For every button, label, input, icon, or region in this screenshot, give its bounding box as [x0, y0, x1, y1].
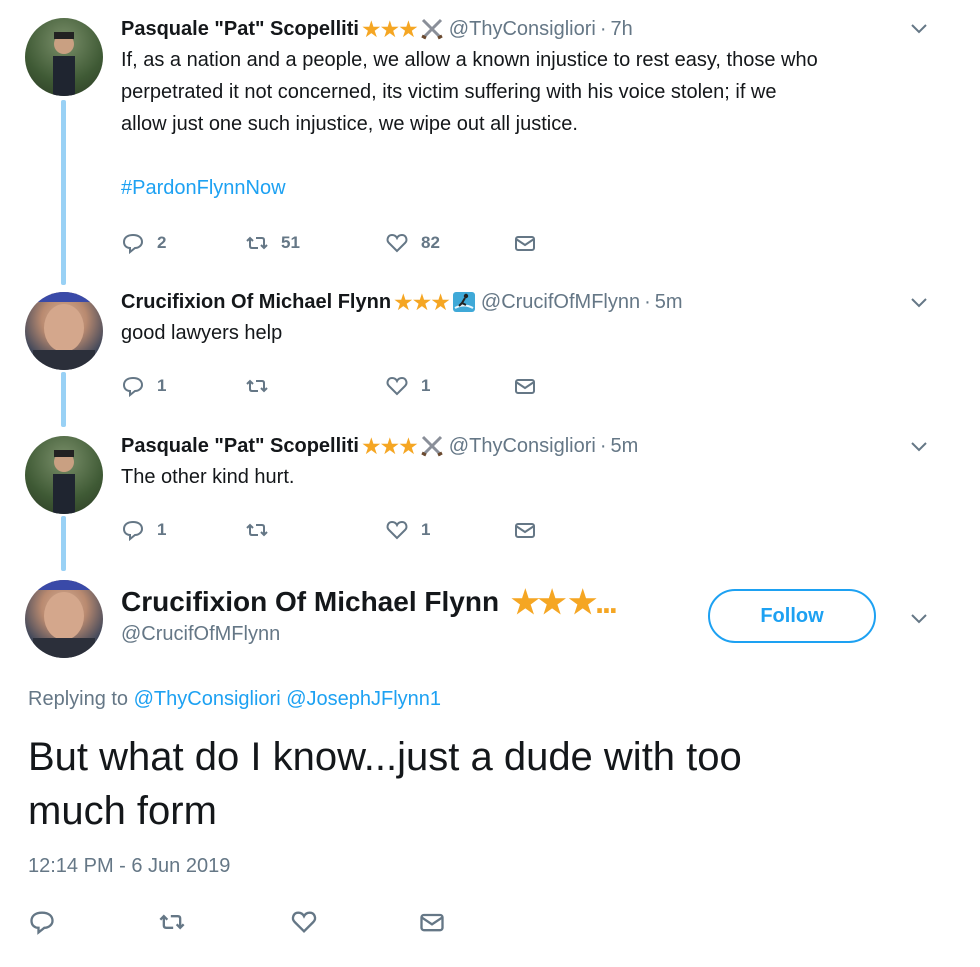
retweet-button[interactable]: 51	[245, 231, 300, 255]
separator: ·	[599, 18, 607, 40]
tweet-text: If, as a nation and a people, we allow a…	[121, 44, 950, 204]
retweet-icon	[246, 379, 268, 393]
crossed-swords-icon	[419, 18, 445, 40]
reply-count: 1	[157, 376, 167, 395]
reply-button[interactable]	[28, 908, 56, 936]
tweet-line: perpetrated it not concerned, its victim…	[121, 81, 777, 103]
heart-icon	[386, 520, 408, 540]
tweet: Pasquale "Pat" Scopelliti ★★★ @ThyConsig…	[121, 16, 950, 204]
star-emojis: ★★	[511, 584, 566, 620]
star-emojis: ★★★	[360, 16, 419, 42]
star-emojis: ★★★	[393, 289, 451, 315]
tweet-header: Crucifixion Of Michael Flynn ★★★ @Crucif…	[121, 289, 950, 315]
reply-icon	[122, 520, 144, 542]
crossed-swords-icon	[419, 435, 445, 457]
tweet-line: allow just one such injustice, we wipe o…	[121, 113, 578, 135]
avatar[interactable]	[25, 18, 103, 96]
retweet-icon	[246, 236, 268, 250]
star-emojis-truncated: ★...	[568, 584, 617, 620]
direct-message-button[interactable]	[513, 374, 537, 398]
separator: ·	[599, 435, 607, 457]
thread-line	[61, 100, 66, 285]
envelope-icon	[420, 913, 444, 932]
tweet-line: much form	[28, 789, 217, 833]
tweet-header: Pasquale "Pat" Scopelliti ★★★ @ThyConsig…	[121, 433, 950, 459]
main-tweet-actions	[28, 908, 468, 940]
chevron-down-icon[interactable]	[910, 22, 928, 40]
tweet-text: good lawyers help	[121, 322, 283, 344]
reply-button[interactable]: 1	[121, 374, 166, 398]
reply-button[interactable]: 2	[121, 231, 166, 255]
heart-icon	[386, 233, 408, 253]
mention-link[interactable]: @ThyConsigliori	[134, 688, 281, 710]
retweet-button[interactable]	[245, 374, 281, 398]
author-name[interactable]: Crucifixion Of Michael Flynn	[121, 289, 391, 315]
like-button[interactable]: 82	[385, 231, 440, 255]
like-count: 82	[421, 233, 440, 252]
thread-line	[61, 516, 66, 571]
retweet-icon	[159, 914, 185, 930]
reply-button[interactable]: 1	[121, 518, 166, 542]
author-handle[interactable]: @CrucifOfMFlynn	[481, 289, 640, 315]
like-count: 1	[421, 520, 431, 539]
chevron-down-icon[interactable]	[910, 296, 928, 314]
reply-count: 1	[157, 520, 167, 539]
tweet-line: But what do I know...just a dude with to…	[28, 735, 742, 779]
main-author-handle[interactable]: @CrucifOfMFlynn	[121, 623, 280, 646]
tweet-time[interactable]: 7h	[610, 16, 632, 42]
author-name[interactable]: Pasquale "Pat" Scopelliti	[121, 433, 359, 459]
chevron-down-icon[interactable]	[910, 440, 928, 458]
tweet: Crucifixion Of Michael Flynn ★★★ @Crucif…	[121, 289, 950, 349]
mention-link[interactable]: @JosephJFlynn1	[286, 688, 441, 710]
follow-button[interactable]: Follow	[708, 589, 876, 643]
author-name[interactable]: Pasquale "Pat" Scopelliti	[121, 16, 359, 42]
like-button[interactable]: 1	[385, 374, 430, 398]
retweet-button[interactable]	[245, 518, 281, 542]
star-emojis: ★★★	[360, 433, 419, 459]
envelope-icon	[515, 236, 535, 251]
author-name[interactable]: Crucifixion Of Michael Flynn	[121, 586, 499, 618]
surfer-icon	[451, 291, 477, 313]
direct-message-button[interactable]	[513, 518, 537, 542]
heart-icon	[386, 376, 408, 396]
reply-count: 2	[157, 233, 167, 252]
hashtag-link[interactable]: #PardonFlynnNow	[121, 172, 950, 204]
separator: ·	[644, 291, 651, 313]
tweet-time[interactable]: 5m	[655, 289, 683, 315]
tweet-line: If, as a nation and a people, we allow a…	[121, 49, 818, 71]
thread-line	[61, 372, 66, 427]
direct-message-button[interactable]	[513, 231, 537, 255]
tweet-time[interactable]: 5m	[610, 433, 638, 459]
author-handle[interactable]: @ThyConsigliori	[449, 16, 596, 42]
tweet-header: Pasquale "Pat" Scopelliti ★★★ @ThyConsig…	[121, 16, 950, 42]
avatar[interactable]	[25, 436, 103, 514]
main-tweet-text: But what do I know...just a dude with to…	[28, 730, 928, 838]
tweet: Pasquale "Pat" Scopelliti ★★★ @ThyConsig…	[121, 433, 950, 493]
author-handle[interactable]: @ThyConsigliori	[449, 433, 596, 459]
tweet-timestamp[interactable]: 12:14 PM - 6 Jun 2019	[28, 855, 230, 878]
retweet-button[interactable]	[158, 908, 186, 936]
envelope-icon	[515, 523, 535, 538]
replying-prefix: Replying to	[28, 688, 129, 710]
retweet-icon	[246, 523, 268, 537]
reply-icon	[122, 376, 144, 398]
replying-to: Replying to @ThyConsigliori @JosephJFlyn…	[28, 688, 441, 711]
like-button[interactable]: 1	[385, 518, 430, 542]
envelope-icon	[515, 379, 535, 394]
direct-message-button[interactable]	[418, 908, 446, 936]
main-author-name[interactable]: Crucifixion Of Michael Flynn ★★ ★...	[121, 583, 618, 621]
chevron-down-icon[interactable]	[910, 612, 928, 630]
reply-icon	[122, 233, 144, 255]
avatar[interactable]	[25, 580, 103, 658]
avatar[interactable]	[25, 292, 103, 370]
like-count: 1	[421, 376, 431, 395]
reply-icon	[30, 911, 54, 935]
tweet-text: The other kind hurt.	[121, 466, 295, 488]
retweet-count: 51	[281, 233, 300, 252]
heart-icon	[291, 911, 317, 933]
like-button[interactable]	[290, 908, 318, 936]
